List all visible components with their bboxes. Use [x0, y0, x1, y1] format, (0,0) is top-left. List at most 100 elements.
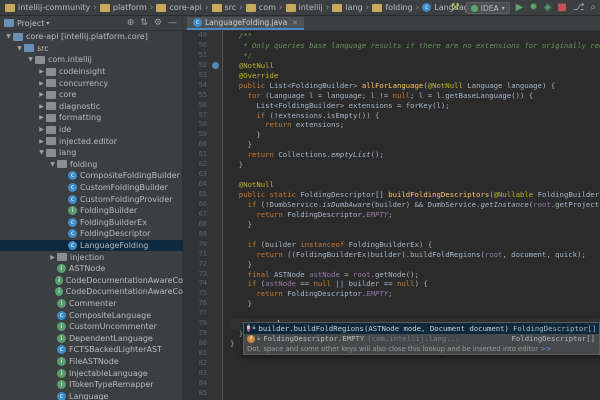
- tab-languagefolding[interactable]: c LanguageFolding.java ✕: [187, 17, 305, 30]
- breadcrumb-item[interactable]: platform: [98, 3, 149, 12]
- tree-item[interactable]: ▼ lang: [0, 147, 183, 159]
- collapsed-arrow-icon[interactable]: ▶: [37, 68, 46, 75]
- tree-item[interactable]: ▶ codeinsight: [0, 66, 183, 78]
- tree-item[interactable]: ▶ diagnostic: [0, 101, 183, 113]
- line-number: 69: [198, 229, 207, 238]
- hammer-icon[interactable]: ⚒: [451, 2, 460, 14]
- tree-item[interactable]: ▶ concurrency: [0, 77, 183, 89]
- breadcrumb-item[interactable]: intellij: [284, 3, 325, 12]
- completion-item[interactable]: m 🔒︎ builder.buildFoldRegions(ASTNode mode…: [244, 323, 599, 334]
- tree-item[interactable]: ▶ formatting: [0, 112, 183, 124]
- collapsed-arrow-icon[interactable]: ▶: [37, 126, 46, 133]
- expanded-arrow-icon[interactable]: ▼: [15, 45, 24, 52]
- module-folder-icon: [13, 32, 23, 41]
- collapsed-arrow-icon[interactable]: ▶: [48, 254, 57, 261]
- package-icon: [46, 67, 56, 76]
- collapsed-arrow-icon[interactable]: ▶: [37, 114, 46, 121]
- tree-item[interactable]: c CompositeLanguage: [0, 309, 183, 321]
- class-icon: c: [422, 3, 432, 12]
- tree-item[interactable]: ▶ core: [0, 89, 183, 101]
- tree-item[interactable]: c CustomFoldingProvider: [0, 193, 183, 205]
- tree-item[interactable]: c CustomFoldingBuilder: [0, 182, 183, 194]
- line-number: 79: [198, 329, 207, 338]
- settings-icon[interactable]: ⊕: [127, 18, 135, 28]
- tree-item-label: CompositeFoldingBuilder: [80, 171, 180, 181]
- tree-item[interactable]: c FoldingBuilderEx: [0, 217, 183, 229]
- expanded-arrow-icon[interactable]: ▼: [26, 56, 35, 63]
- stop-icon[interactable]: ■: [557, 2, 566, 14]
- breadcrumb-item[interactable]: core-api: [154, 3, 203, 12]
- expanded-arrow-icon[interactable]: ▼: [48, 161, 57, 168]
- tree-item[interactable]: i Commenter: [0, 298, 183, 310]
- tree-item[interactable]: i CodeDocumentationAwareCo: [0, 286, 183, 298]
- completion-item[interactable]: f 🔒︎ FoldingDescriptor.EMPTY (com.intellij.…: [244, 334, 599, 345]
- project-view-selector[interactable]: Project: [17, 19, 44, 28]
- collapsed-arrow-icon[interactable]: ▶: [37, 103, 46, 110]
- breadcrumb-label: com: [258, 3, 276, 12]
- tree-item[interactable]: ▶ injected.editor: [0, 135, 183, 147]
- expanded-arrow-icon[interactable]: ▼: [37, 149, 46, 156]
- tree-item[interactable]: c FoldingDescriptor: [0, 228, 183, 240]
- chevron-down-icon[interactable]: ▾: [46, 20, 49, 27]
- class-icon: c: [68, 171, 77, 181]
- collapsed-arrow-icon[interactable]: ▶: [37, 91, 46, 98]
- tree-item[interactable]: i FileASTNode: [0, 356, 183, 368]
- tree-item[interactable]: i InjectableLanguage: [0, 367, 183, 379]
- vcs-icon[interactable]: ⎇: [573, 2, 585, 14]
- line-number: 58: [198, 120, 207, 129]
- tree-item[interactable]: i ASTNode: [0, 263, 183, 275]
- collapsed-arrow-icon[interactable]: ▶: [37, 80, 46, 87]
- tree-item[interactable]: c LanguageFolding: [0, 239, 183, 252]
- code-line: }: [230, 130, 261, 140]
- tree-item-label: com.intellij: [48, 55, 92, 65]
- tree-item[interactable]: ▼ folding: [0, 159, 183, 171]
- tree-item[interactable]: i FoldingBuilder: [0, 205, 183, 217]
- tree-item[interactable]: i DependentLanguage: [0, 332, 183, 344]
- completion-hint-link[interactable]: >>: [540, 345, 551, 353]
- tree-item[interactable]: ▼ com.intellij: [0, 54, 183, 66]
- line-number: 83: [198, 368, 207, 377]
- breadcrumb-item[interactable]: intellij-community: [3, 3, 92, 12]
- tree-item[interactable]: ▼ src: [0, 43, 183, 55]
- interface-icon: i: [55, 287, 63, 297]
- tree-item-label: FCTSBackedLighterAST: [69, 345, 162, 355]
- tree-item-label: folding: [70, 159, 98, 169]
- collapse-icon[interactable]: ⇅: [140, 18, 148, 28]
- collapsed-arrow-icon[interactable]: ▶: [37, 138, 46, 145]
- tree-item[interactable]: ▼ core-api [intellij.platform.core]: [0, 31, 183, 43]
- debug-icon[interactable]: ✹: [529, 2, 537, 14]
- tree-item[interactable]: i CustomUncommenter: [0, 321, 183, 333]
- coverage-icon[interactable]: ◈: [544, 2, 552, 14]
- breadcrumb-label: src: [224, 3, 237, 12]
- run-config-label: IDEA: [480, 3, 499, 13]
- breadcrumb-label: intellij: [298, 3, 323, 12]
- breadcrumb-item[interactable]: com: [244, 3, 278, 12]
- tree-item[interactable]: i CodeDocumentationAwareCo: [0, 274, 183, 286]
- tree-item[interactable]: c FCTSBackedLighterAST: [0, 344, 183, 356]
- close-icon[interactable]: ✕: [292, 19, 298, 27]
- breadcrumb-label: folding: [385, 3, 413, 12]
- code-line: }: [230, 299, 252, 309]
- tree-item[interactable]: i ITokenTypeRemapper: [0, 379, 183, 391]
- line-number: 67: [198, 209, 207, 218]
- completion-type: FoldingDescriptor[]: [512, 323, 597, 333]
- tree-item-label: CodeDocumentationAwareCo: [65, 287, 183, 297]
- gear-icon[interactable]: ⚙: [154, 18, 162, 28]
- tree-item[interactable]: c Language: [0, 390, 183, 400]
- search-icon[interactable]: ⌕: [590, 2, 596, 14]
- breadcrumb-item[interactable]: lang: [330, 3, 364, 12]
- breadcrumb-item[interactable]: src: [210, 3, 239, 12]
- override-gutter-icon[interactable]: [212, 61, 219, 69]
- expanded-arrow-icon[interactable]: ▼: [4, 33, 13, 40]
- hide-icon[interactable]: —: [168, 18, 177, 28]
- tree-item[interactable]: c CompositeFoldingBuilder: [0, 170, 183, 182]
- breadcrumb-item[interactable]: folding: [370, 3, 414, 12]
- run-config-selector[interactable]: IDEA ▾: [465, 2, 510, 14]
- tree-item[interactable]: ▶ ide: [0, 124, 183, 136]
- run-icon[interactable]: ▶: [516, 2, 524, 14]
- tree-item[interactable]: ▶ injection: [0, 251, 183, 263]
- completion-location: (com.intellij.lang...: [367, 334, 460, 344]
